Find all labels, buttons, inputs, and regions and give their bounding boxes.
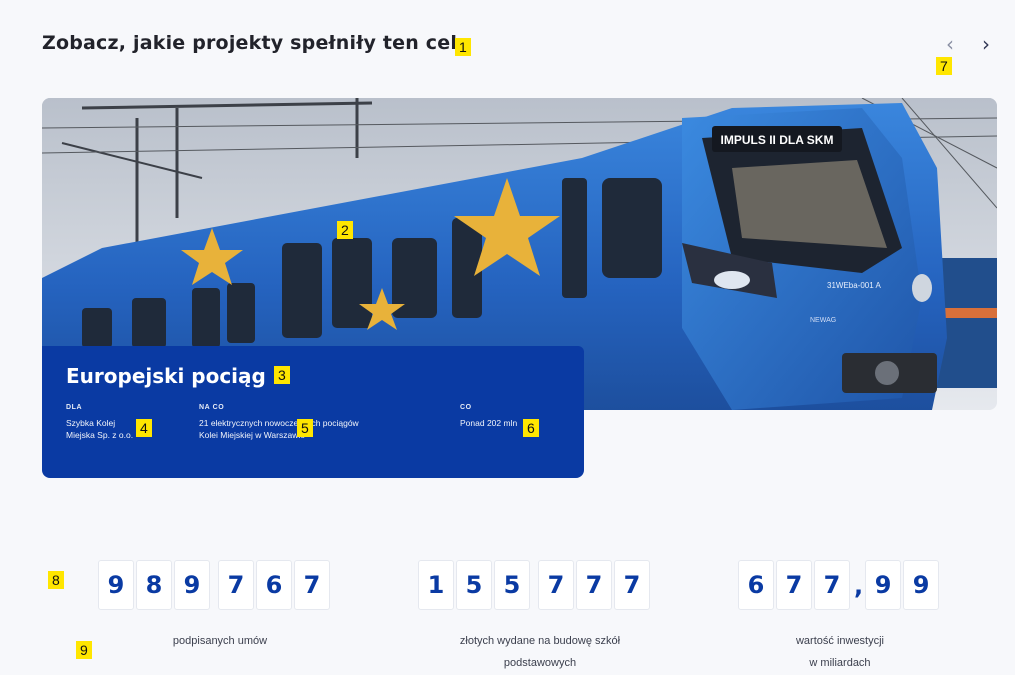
counter-digit: 7 <box>814 560 850 610</box>
counter-school-spending-label: złotych wydane na budowę szkół podstawow… <box>425 630 655 674</box>
counter-digit: 7 <box>614 560 650 610</box>
counter-decimal-separator: , <box>854 572 864 600</box>
counter-digit: 1 <box>418 560 454 610</box>
project-what-label: NA CO <box>199 404 225 411</box>
counter-digit: 9 <box>98 560 134 610</box>
project-what: NA CO 21 elektrycznych nowoczesnych poci… <box>199 404 439 441</box>
project-amount: CO Ponad 202 mln <box>460 404 570 429</box>
project-for-value: Szybka Kolej Miejska Sp. z o.o. <box>66 417 196 441</box>
train-maker: NEWAG <box>810 317 836 324</box>
counter-digit: 7 <box>576 560 612 610</box>
project-what-value-line1: 21 elektrycznych nowoczesnych pociągów <box>199 418 359 428</box>
marker-6: 6 <box>523 419 539 437</box>
marker-8: 8 <box>48 571 64 589</box>
counter-signed-contracts-label: podpisanych umów <box>120 630 320 652</box>
project-what-value: 21 elektrycznych nowoczesnych pociągów K… <box>199 417 439 441</box>
project-for: DLA Szybka Kolej Miejska Sp. z o.o. <box>66 404 196 441</box>
counter-label-line: w miliardach <box>809 657 871 669</box>
train-destination-display: IMPULS II DLA SKM <box>721 133 834 147</box>
counter-investment-value: 6 7 7 , 9 9 <box>738 560 947 610</box>
counter-digit: 5 <box>456 560 492 610</box>
counter-investment-value-label: wartość inwestycji w miliardach <box>740 630 940 674</box>
counter-label-line: podpisanych umów <box>172 635 268 647</box>
counter-digit: 9 <box>865 560 902 610</box>
marker-2: 2 <box>337 221 353 239</box>
marker-9: 9 <box>76 641 92 659</box>
marker-4: 4 <box>136 419 152 437</box>
counter-digit: 5 <box>494 560 530 610</box>
project-for-value-line1: Szybka Kolej <box>66 418 116 428</box>
counter-digit: 9 <box>174 560 210 610</box>
counter-label-line: podstawowych <box>503 657 577 669</box>
project-amount-label: CO <box>460 404 472 411</box>
counter-label-line: złotych wydane na budowę szkół <box>459 635 621 647</box>
counter-digit: 7 <box>538 560 574 610</box>
counter-school-spending: 1 5 5 7 7 7 <box>418 560 658 610</box>
counter-digit: 9 <box>903 560 940 610</box>
carousel-prev-button[interactable]: ‹ <box>942 34 958 54</box>
marker-1: 1 <box>455 38 471 56</box>
project-title: Europejski pociąg <box>66 364 266 388</box>
counter-label-line: wartość inwestycji <box>795 635 885 647</box>
project-info-card: Europejski pociąg DLA Szybka Kolej Miejs… <box>42 346 584 478</box>
marker-7: 7 <box>936 57 952 75</box>
chevron-left-icon: ‹ <box>946 32 954 56</box>
counter-digit: 7 <box>218 560 254 610</box>
section-title: Zobacz, jakie projekty spełniły ten cel <box>42 32 458 54</box>
chevron-right-icon: › <box>982 32 990 56</box>
project-for-label: DLA <box>66 404 83 411</box>
counter-digit: 7 <box>294 560 330 610</box>
marker-5: 5 <box>297 419 313 437</box>
counter-digit: 7 <box>776 560 812 610</box>
carousel-next-button[interactable]: › <box>978 34 994 54</box>
project-amount-value: Ponad 202 mln <box>460 418 518 428</box>
project-what-value-line2: Kolei Miejskiej w Warszawie <box>199 430 305 440</box>
train-number: 31WEba-001 A <box>827 281 881 290</box>
counter-digit: 6 <box>738 560 774 610</box>
counter-digit: 6 <box>256 560 292 610</box>
counter-signed-contracts: 9 8 9 7 6 7 <box>98 560 338 610</box>
project-for-value-line2: Miejska Sp. z o.o. <box>66 430 134 440</box>
marker-3: 3 <box>274 366 290 384</box>
counter-digit: 8 <box>136 560 172 610</box>
